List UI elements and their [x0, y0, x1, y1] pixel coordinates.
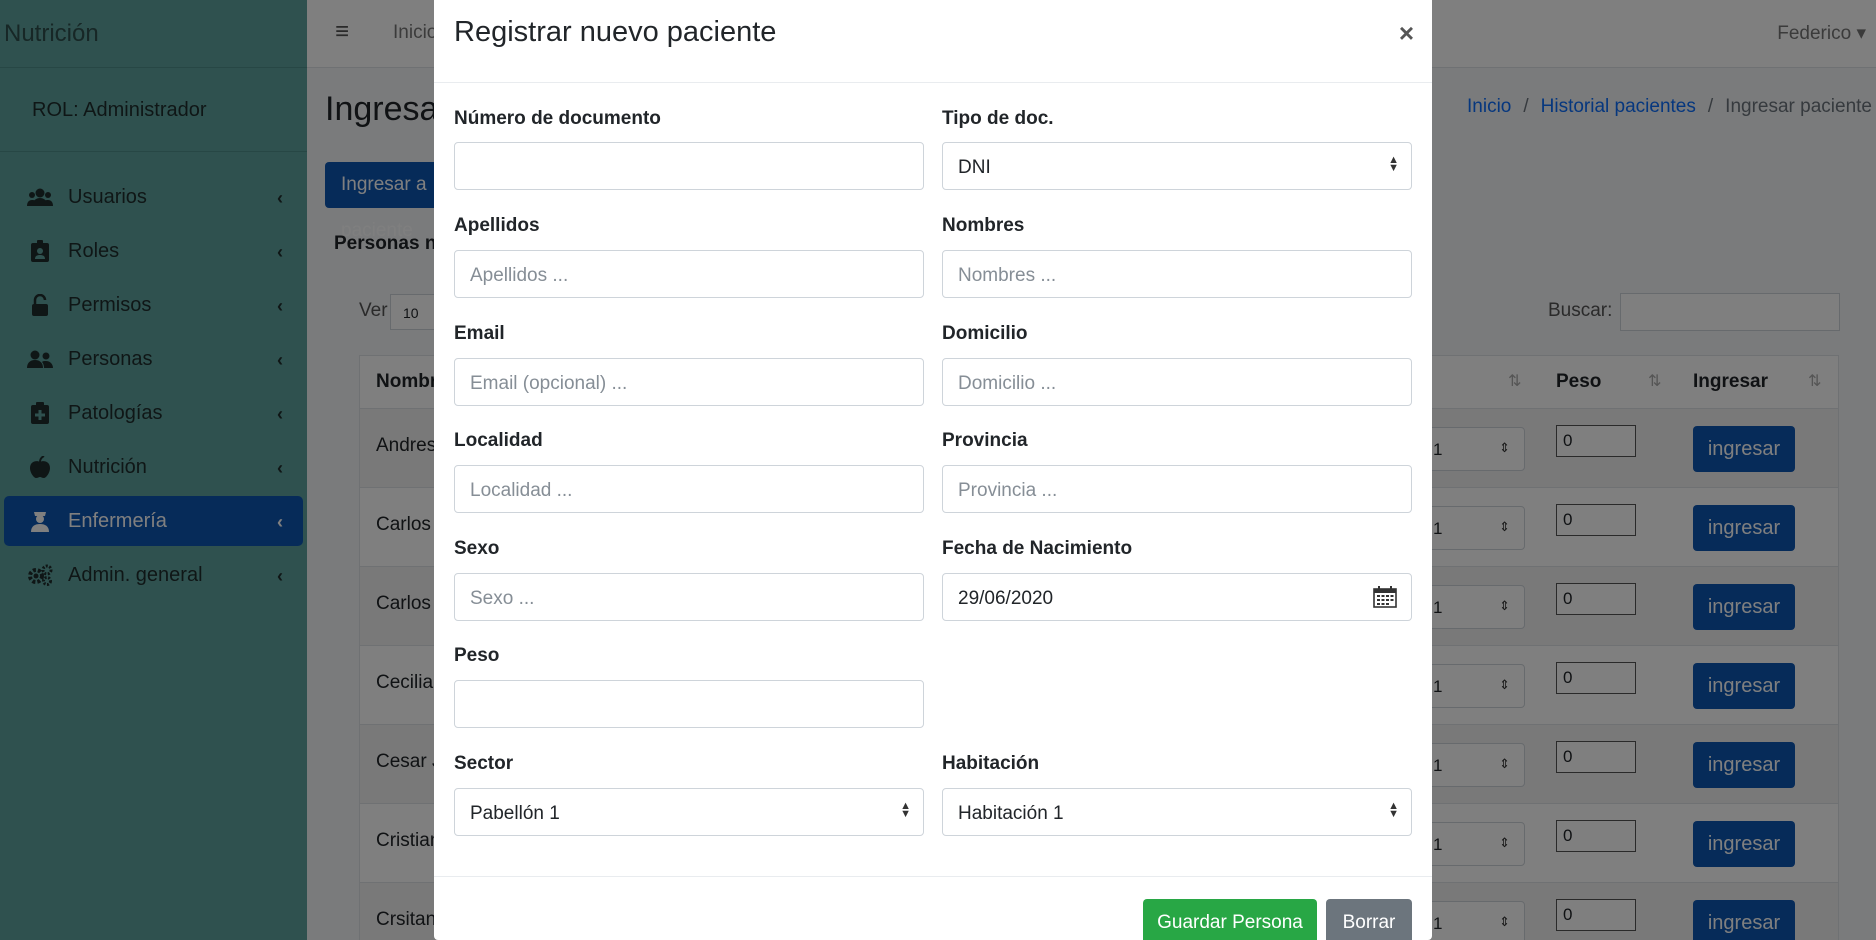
- email-input[interactable]: Email (opcional) ...: [454, 358, 924, 406]
- apellidos-label: Apellidos: [454, 215, 540, 236]
- provincia-input[interactable]: Provincia ...: [942, 465, 1412, 513]
- tipo-doc-select[interactable]: DNI ▲ ▼: [942, 142, 1412, 190]
- select-arrows-icon: ▲ ▼: [1388, 800, 1399, 820]
- habitacion-value: Habitación 1: [958, 803, 1064, 824]
- domicilio-input[interactable]: Domicilio ...: [942, 358, 1412, 406]
- calendar-icon[interactable]: [1373, 586, 1397, 608]
- sexo-label: Sexo: [454, 538, 500, 559]
- fecha-nacimiento-label: Fecha de Nacimiento: [942, 538, 1133, 559]
- nombres-input[interactable]: Nombres ...: [942, 250, 1412, 298]
- save-person-button[interactable]: Guardar Persona: [1143, 899, 1317, 940]
- peso-label: Peso: [454, 645, 500, 666]
- sexo-input[interactable]: Sexo ...: [454, 573, 924, 621]
- reset-button[interactable]: Borrar: [1326, 899, 1412, 940]
- localidad-input[interactable]: Localidad ...: [454, 465, 924, 513]
- habitacion-label: Habitación: [942, 753, 1040, 774]
- email-label: Email: [454, 323, 505, 344]
- domicilio-label: Domicilio: [942, 323, 1028, 344]
- modal-title: Registrar nuevo paciente: [454, 16, 777, 48]
- habitacion-select[interactable]: Habitación 1 ▲ ▼: [942, 788, 1412, 836]
- sector-value: Pabellón 1: [470, 803, 560, 824]
- documento-input[interactable]: [454, 142, 924, 190]
- peso-input[interactable]: [454, 680, 924, 728]
- close-icon[interactable]: ×: [1399, 18, 1414, 49]
- fecha-nacimiento-input[interactable]: 29/06/2020: [942, 573, 1412, 621]
- modal-header: Registrar nuevo paciente ×: [434, 0, 1432, 83]
- documento-label: Número de documento: [454, 108, 661, 129]
- select-arrows-icon: ▲ ▼: [900, 800, 911, 820]
- apellidos-input[interactable]: Apellidos ...: [454, 250, 924, 298]
- localidad-label: Localidad: [454, 430, 543, 451]
- select-arrows-icon: ▲ ▼: [1388, 154, 1399, 174]
- sector-label: Sector: [454, 753, 514, 774]
- sector-select[interactable]: Pabellón 1 ▲ ▼: [454, 788, 924, 836]
- register-patient-modal: Registrar nuevo paciente × Número de doc…: [434, 0, 1432, 940]
- modal-footer: Guardar Persona Borrar: [434, 876, 1432, 940]
- nombres-label: Nombres: [942, 215, 1025, 236]
- tipo-doc-label: Tipo de doc.: [942, 108, 1054, 129]
- tipo-doc-value: DNI: [958, 157, 991, 178]
- provincia-label: Provincia: [942, 430, 1028, 451]
- fecha-nacimiento-value: 29/06/2020: [958, 588, 1054, 609]
